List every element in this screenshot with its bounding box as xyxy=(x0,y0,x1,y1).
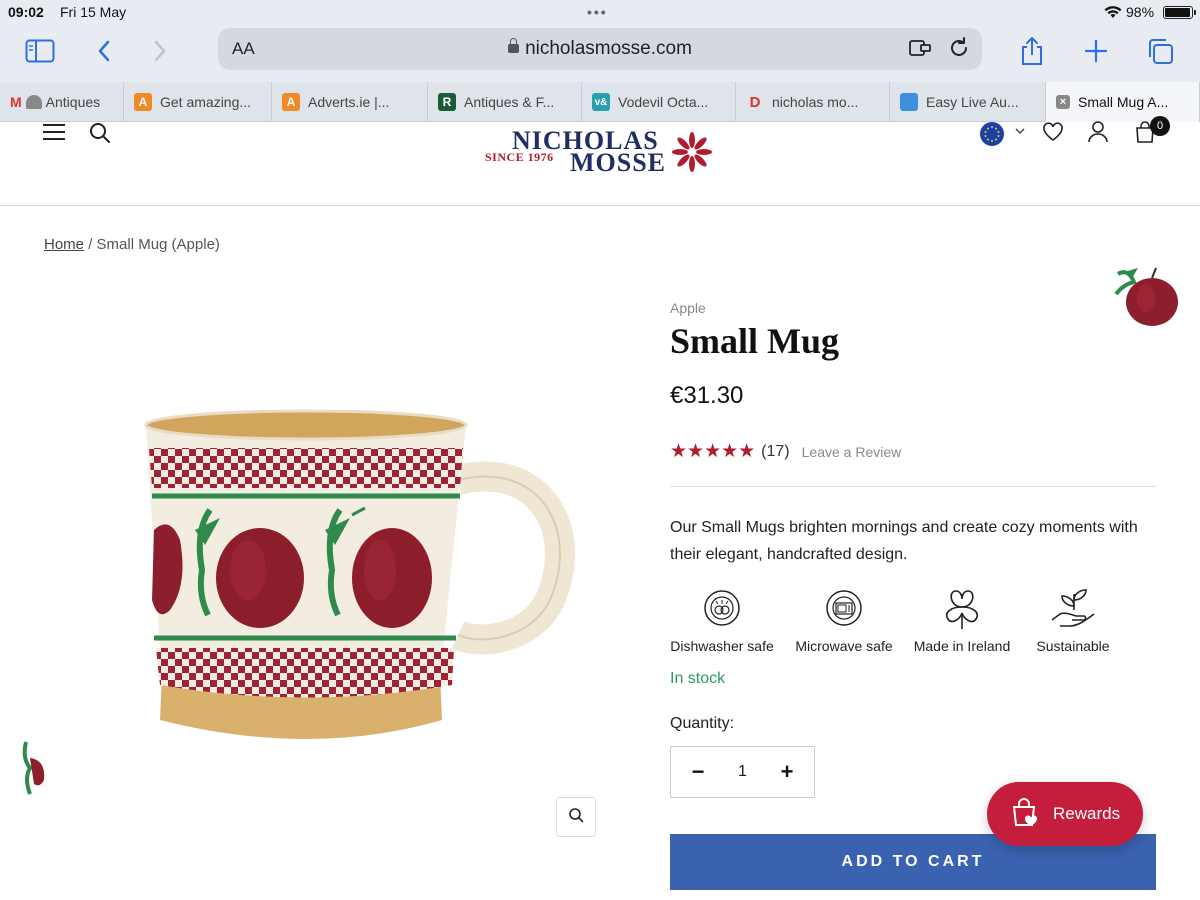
address-bar[interactable]: AA nicholasmosse.com xyxy=(218,28,982,70)
extension-icon[interactable] xyxy=(908,38,932,63)
apple-thumbnail-icon[interactable] xyxy=(20,738,46,801)
status-date: Fri 15 May xyxy=(60,4,127,20)
tab-antiques[interactable]: M Antiques xyxy=(0,82,124,122)
star-rating-icon: ★★★★★ xyxy=(670,441,756,462)
rewards-label: Rewards xyxy=(1053,804,1121,823)
back-icon[interactable] xyxy=(88,36,120,66)
logo-since: SINCE 1976 xyxy=(485,150,554,164)
browser-toolbar: AA nicholasmosse.com xyxy=(0,24,1200,82)
r-icon: R xyxy=(438,93,456,111)
adverts-icon: A xyxy=(134,93,152,111)
stock-status: In stock xyxy=(670,670,726,687)
search-icon[interactable] xyxy=(89,122,111,149)
site-logo[interactable]: NICHOLAS SINCE 1976 MOSSE xyxy=(484,122,724,178)
account-icon[interactable] xyxy=(1087,120,1109,149)
tab-easy-live[interactable]: Easy Live Au... xyxy=(890,82,1046,122)
tab-small-mug[interactable]: × Small Mug A... xyxy=(1046,82,1200,122)
quantity-label: Quantity: xyxy=(670,715,735,732)
battery-percent: 98% xyxy=(1126,4,1155,20)
status-time: 09:02 xyxy=(8,4,44,20)
product-features: Dishwasher safe Microwave safe Made in I… xyxy=(670,584,1118,654)
review-count: (17) xyxy=(761,442,790,460)
feature-ireland: Made in Ireland xyxy=(912,584,1012,654)
tab-adverts[interactable]: A Adverts.ie |... xyxy=(272,82,428,122)
feature-dishwasher: Dishwasher safe xyxy=(670,584,774,654)
site-header: NICHOLAS SINCE 1976 MOSSE 0 xyxy=(0,116,1200,206)
lock-icon xyxy=(508,38,520,53)
apple-thumbnail-icon[interactable] xyxy=(1110,264,1182,333)
gmail-icon: M xyxy=(10,94,22,110)
cart-count-badge: 0 xyxy=(1150,116,1170,136)
quantity-decrease-button[interactable]: − xyxy=(689,759,707,785)
status-bar: 09:02 Fri 15 May ••• 98% xyxy=(0,0,1200,24)
wishlist-heart-icon[interactable] xyxy=(1042,122,1064,147)
tab-nicholas-mosse[interactable]: D nicholas mo... xyxy=(736,82,890,122)
quantity-value[interactable]: 1 xyxy=(738,763,747,781)
currency-flag-icon[interactable] xyxy=(980,122,1004,146)
microwave-safe-icon xyxy=(824,584,864,632)
product-description: Our Small Mugs brighten mornings and cre… xyxy=(670,519,1138,563)
shopping-bag-heart-icon xyxy=(1009,796,1041,833)
new-tab-icon[interactable] xyxy=(1080,36,1112,66)
breadcrumb-home-link[interactable]: Home xyxy=(44,236,84,253)
menu-icon[interactable] xyxy=(43,124,65,140)
zoom-button[interactable] xyxy=(556,797,596,837)
wifi-icon xyxy=(1104,5,1122,22)
tab-overview-icon[interactable] xyxy=(1144,36,1176,66)
easylive-icon xyxy=(900,93,918,111)
search-icon xyxy=(568,807,584,828)
url-display[interactable]: nicholasmosse.com xyxy=(218,38,982,60)
chevron-down-icon[interactable] xyxy=(1014,124,1026,142)
product-rating[interactable]: ★★★★★ (17) Leave a Review xyxy=(670,440,901,463)
tab-get-amazing[interactable]: A Get amazing... xyxy=(124,82,272,122)
product-price: €31.30 xyxy=(670,382,744,409)
product-vendor[interactable]: Apple xyxy=(670,300,706,316)
profile-icon xyxy=(25,95,42,109)
rewards-button[interactable]: Rewards xyxy=(987,782,1143,846)
close-icon[interactable]: × xyxy=(1056,95,1070,109)
vodevil-icon: v& xyxy=(592,93,610,111)
feature-sustainable: Sustainable xyxy=(1028,584,1118,654)
product-title: Small Mug xyxy=(670,321,840,361)
tab-vodevil[interactable]: v& Vodevil Octa... xyxy=(582,82,736,122)
dishwasher-safe-icon xyxy=(702,584,742,632)
breadcrumb-separator: / xyxy=(88,236,93,253)
reload-icon[interactable] xyxy=(948,37,970,64)
breadcrumb-current: Small Mug (Apple) xyxy=(96,236,220,253)
breadcrumb: Home / Small Mug (Apple) xyxy=(44,236,220,253)
divider xyxy=(670,486,1156,487)
forward-icon[interactable] xyxy=(144,36,176,66)
leave-review-link[interactable]: Leave a Review xyxy=(802,444,902,460)
sustainable-icon xyxy=(1050,584,1096,632)
feature-microwave: Microwave safe xyxy=(788,584,900,654)
product-image[interactable] xyxy=(140,400,580,760)
tab-bar: M Antiques A Get amazing... A Adverts.ie… xyxy=(0,82,1200,122)
sidebar-icon[interactable] xyxy=(24,36,56,66)
multitasking-dots-icon[interactable]: ••• xyxy=(587,4,608,20)
shamrock-icon xyxy=(940,584,984,632)
battery-icon xyxy=(1163,6,1196,19)
tab-antiques-f[interactable]: R Antiques & F... xyxy=(428,82,582,122)
flower-icon xyxy=(670,130,714,179)
adverts-icon: A xyxy=(282,93,300,111)
quantity-increase-button[interactable]: + xyxy=(778,759,796,785)
d-icon: D xyxy=(749,93,761,111)
logo-line2: MOSSE xyxy=(570,148,667,177)
share-icon[interactable] xyxy=(1016,36,1048,66)
quantity-stepper: − 1 + xyxy=(670,746,815,798)
